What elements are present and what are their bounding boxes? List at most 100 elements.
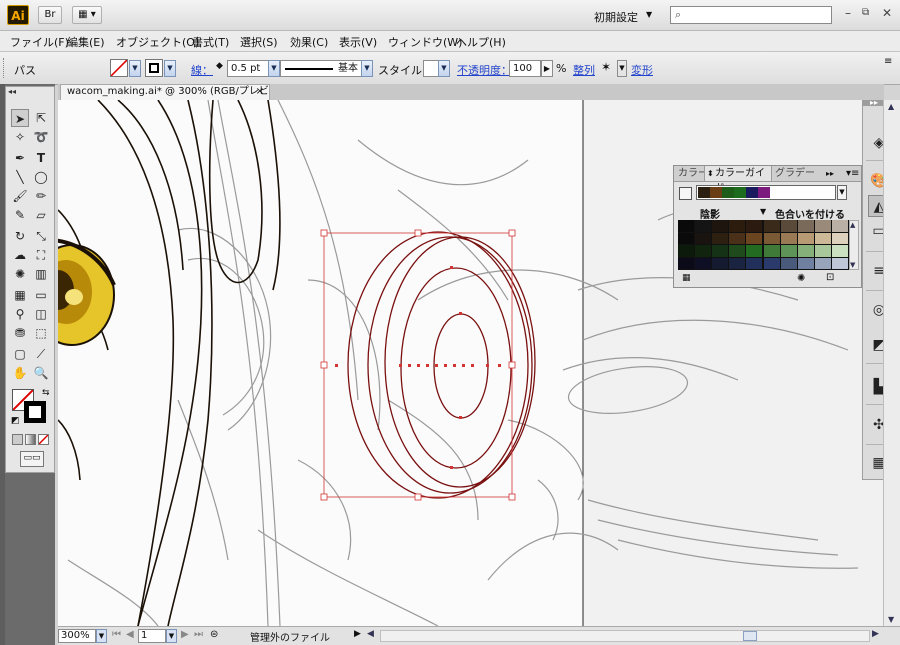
opacity-arrow-icon[interactable]: ▶ (541, 60, 553, 77)
free-transform-tool-icon[interactable]: ⛶ (32, 246, 50, 264)
variation-swatch[interactable] (695, 245, 712, 257)
artboard-chevron-down-icon[interactable]: ▼ (166, 629, 177, 643)
base-color-swatch[interactable] (679, 187, 692, 200)
workspace-switcher-label[interactable]: 初期設定 (594, 9, 638, 25)
gradient-tool-icon[interactable]: ▭ (32, 286, 50, 304)
artboard-number-field[interactable]: 1 (138, 629, 166, 643)
panel-scrollbar[interactable]: ▲ ▼ (849, 220, 859, 270)
harmony-rule-field[interactable] (696, 185, 836, 200)
harmony-swatch[interactable] (710, 187, 722, 198)
variation-swatch[interactable] (797, 257, 814, 269)
variation-swatch[interactable] (695, 220, 712, 232)
variation-swatch[interactable] (712, 257, 729, 269)
variation-swatch[interactable] (763, 232, 780, 244)
selection-tool-icon[interactable]: ➤ (11, 109, 29, 127)
harmony-chevron-down-icon[interactable]: ▼ (837, 185, 847, 200)
variation-swatch[interactable] (678, 245, 695, 257)
scale-tool-icon[interactable]: ⤡ (32, 227, 50, 245)
blob-brush-tool-icon[interactable]: ✎ (11, 206, 29, 224)
variation-swatch[interactable] (746, 220, 763, 232)
opacity-label[interactable]: 不透明度： (457, 62, 512, 78)
paintbrush-tool-icon[interactable]: 🖌 (11, 187, 29, 205)
none-mode-icon[interactable] (38, 434, 49, 445)
slice-tool-icon[interactable]: ⟋ (32, 345, 50, 363)
variation-swatch[interactable] (814, 245, 831, 257)
stroke-stepper-icon[interactable]: ◆ (216, 61, 223, 71)
minimize-icon[interactable]: – (845, 6, 851, 20)
menu-edit[interactable]: 編集(E) (67, 34, 105, 50)
eraser-tool-icon[interactable]: ▱ (32, 206, 50, 224)
gradient-mode-icon[interactable] (25, 434, 36, 445)
variation-swatch[interactable] (797, 220, 814, 232)
variation-swatch[interactable] (746, 232, 763, 244)
align-link[interactable]: 整列 (573, 62, 595, 78)
close-icon[interactable]: ✕ (882, 6, 892, 20)
lasso-tool-icon[interactable]: ➰ (32, 128, 50, 146)
select-similar-icon[interactable]: ✶ (601, 60, 611, 74)
scroll-right-icon[interactable]: ▶ (872, 629, 879, 639)
variation-swatch[interactable] (831, 232, 848, 244)
tab-gradient[interactable]: グラデー (775, 166, 815, 181)
swap-fill-stroke-icon[interactable]: ⇆ (42, 388, 50, 398)
rotate-tool-icon[interactable]: ↻ (11, 227, 29, 245)
zoom-field[interactable]: 300% (58, 629, 96, 643)
blend-tool-icon[interactable]: ◫ (32, 305, 50, 323)
warp-tool-icon[interactable]: ☁ (11, 246, 29, 264)
magic-wand-tool-icon[interactable]: ✧ (11, 128, 29, 146)
pencil-tool-icon[interactable]: ✏ (32, 187, 50, 205)
default-fill-stroke-icon[interactable]: ◩ (11, 416, 20, 426)
arrange-documents-button[interactable]: ▦ ▾ (72, 6, 102, 24)
artboard-tool-icon[interactable]: ▢ (11, 345, 29, 363)
variation-swatch[interactable] (780, 232, 797, 244)
edit-colors-icon[interactable]: ✺ (797, 273, 805, 284)
menu-type[interactable]: 書式(T) (192, 34, 229, 50)
color-mode-icon[interactable] (12, 434, 23, 445)
harmony-swatch[interactable] (722, 187, 734, 198)
style-chevron-down-icon[interactable]: ▼ (438, 60, 450, 77)
graphic-style-swatch[interactable] (423, 60, 439, 77)
scroll-down-icon[interactable]: ▼ (888, 615, 894, 624)
variation-swatch[interactable] (814, 257, 831, 269)
harmony-swatch[interactable] (698, 187, 710, 198)
variation-swatch[interactable] (695, 232, 712, 244)
variation-swatch[interactable] (763, 245, 780, 257)
stroke-swatch[interactable] (145, 59, 163, 77)
live-paint-selection-tool-icon[interactable]: ⬚ (32, 324, 50, 342)
pen-tool-icon[interactable]: ✒ (11, 149, 29, 167)
last-artboard-icon[interactable]: ⏭ (194, 629, 203, 640)
zoom-tool-icon[interactable]: 🔍 (32, 364, 50, 382)
fill-chevron-down-icon[interactable]: ▼ (129, 60, 141, 77)
select-similar-chevron-down-icon[interactable]: ▼ (617, 60, 627, 77)
variation-swatch[interactable] (780, 220, 797, 232)
variation-swatch[interactable] (729, 220, 746, 232)
panel-expand-icon[interactable]: ▸▸ (826, 166, 834, 181)
transform-link[interactable]: 変形 (631, 62, 653, 78)
variation-options-chevron-icon[interactable]: ▼ (760, 207, 766, 216)
hand-tool-icon[interactable]: ✋ (11, 364, 29, 382)
variation-swatch[interactable] (678, 232, 695, 244)
screen-mode-icon[interactable]: ▭▭ (20, 451, 44, 467)
stroke-label[interactable]: 線： (191, 62, 213, 78)
menu-select[interactable]: 選択(S) (240, 34, 278, 50)
variation-swatch[interactable] (729, 257, 746, 269)
status-menu-arrow-icon[interactable]: ▶ (354, 629, 361, 639)
direct-selection-tool-icon[interactable]: ⇱ (32, 109, 50, 127)
variation-swatch[interactable] (729, 245, 746, 257)
variation-swatch[interactable] (729, 232, 746, 244)
workspace-chevron-down-icon[interactable]: ▼ (646, 10, 652, 19)
harmony-swatch[interactable] (734, 187, 746, 198)
collapse-toolbox-icon[interactable]: ◂◂ (8, 87, 16, 96)
menu-effect[interactable]: 効果(C) (290, 34, 328, 50)
restore-icon[interactable]: ⧉ (862, 7, 869, 18)
variation-swatch[interactable] (695, 257, 712, 269)
variation-swatch[interactable] (712, 245, 729, 257)
stroke-color-box[interactable] (24, 401, 46, 423)
menu-file[interactable]: ファイル(F) (10, 34, 69, 50)
save-color-group-icon[interactable]: ⊡ (826, 272, 834, 283)
tab-color-guide[interactable]: ⬍ カラーガイド (704, 166, 772, 194)
variation-swatch[interactable] (746, 257, 763, 269)
document-tab[interactable]: wacom_making.ai* @ 300% (RGB/プレビュー) × (60, 84, 270, 111)
panel-menu-icon[interactable]: ▾≡ (846, 166, 859, 181)
limit-to-swatch-library-icon[interactable]: ▦ (682, 273, 691, 283)
variation-swatch[interactable] (814, 220, 831, 232)
